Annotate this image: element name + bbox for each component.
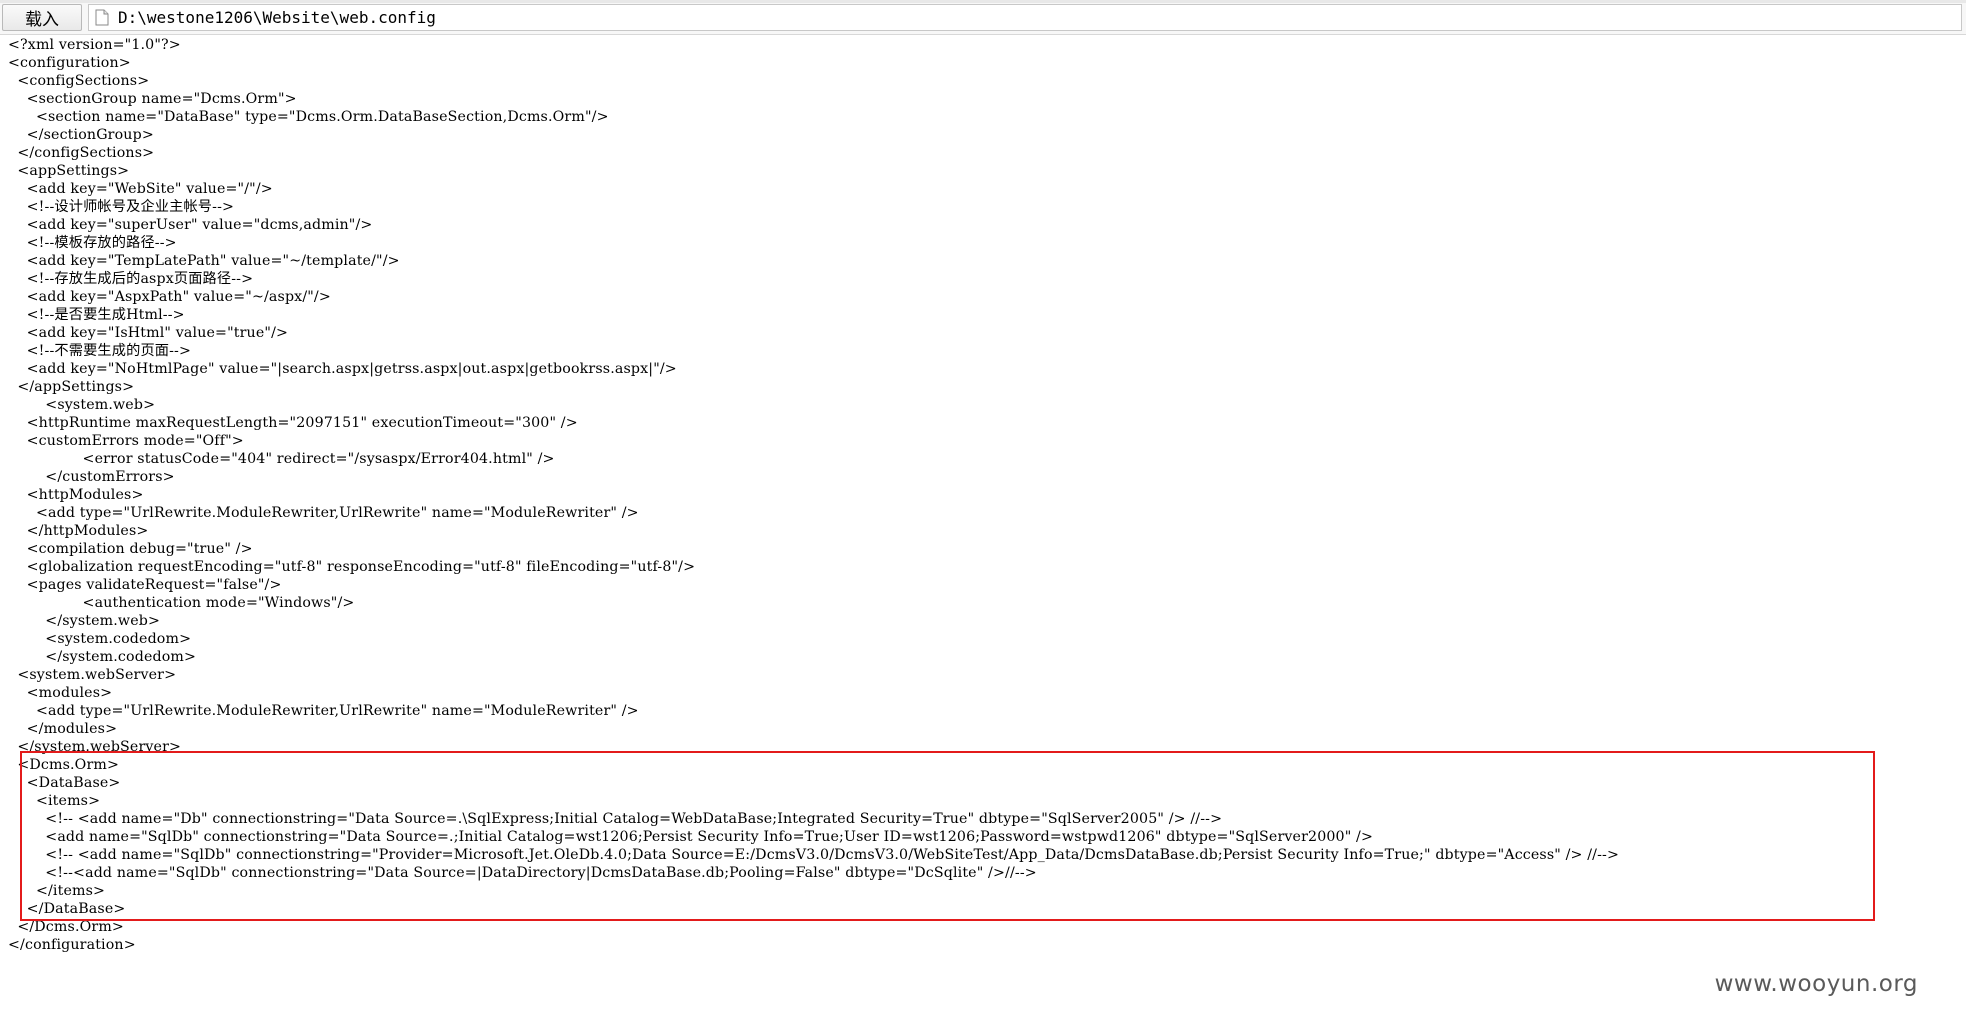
code-line: <add name="SqlDb" connectionstring="Data… <box>8 829 1374 845</box>
code-line: <appSettings> <box>8 163 130 179</box>
code-line: <!--<add name="SqlDb" connectionstring="… <box>8 865 1037 881</box>
code-line: <sectionGroup name="Dcms.Orm"> <box>8 91 297 107</box>
code-line: <!--存放生成后的aspx页面路径--> <box>8 271 254 287</box>
code-line: </system.webServer> <box>8 739 182 755</box>
toolbar-top-edge <box>0 0 1966 3</box>
code-line: <add key="AspxPath" value="~/aspx/"/> <box>8 289 331 305</box>
code-line: <!--不需要生成的页面--> <box>8 343 192 359</box>
code-line: <?xml version="1.0"?> <box>8 37 181 53</box>
code-line: <!-- <add name="Db" connectionstring="Da… <box>8 811 1223 827</box>
code-line: </Dcms.Orm> <box>8 919 124 935</box>
code-line: <items> <box>8 793 101 809</box>
code-line: <error statusCode="404" redirect="/sysas… <box>8 451 555 467</box>
code-line: <!--模板存放的路径--> <box>8 235 177 251</box>
code-line: <system.codedom> <box>8 631 192 647</box>
code-line: <!--设计师帐号及企业主帐号--> <box>8 199 235 215</box>
code-line: <add key="WebSite" value="/"/> <box>8 181 273 197</box>
code-line: <httpModules> <box>8 487 144 503</box>
code-line: <add key="superUser" value="dcms,admin"/… <box>8 217 373 233</box>
code-line: <customErrors mode="Off"> <box>8 433 244 449</box>
code-line: <modules> <box>8 685 113 701</box>
code-line: </configSections> <box>8 145 155 161</box>
code-line: <!-- <add name="SqlDb" connectionstring=… <box>8 847 1620 863</box>
code-line: <!--是否要生成Html--> <box>8 307 185 323</box>
toolbar: 载入 D:\westone1206\Website\web.config <box>0 0 1966 35</box>
code-line: </modules> <box>8 721 118 737</box>
xml-document-view: <?xml version="1.0"?> <configuration> <co… <box>8 36 1948 954</box>
code-line: </configuration> <box>8 937 136 953</box>
code-line: </sectionGroup> <box>8 127 154 143</box>
code-line: <httpRuntime maxRequestLength="2097151" … <box>8 415 578 431</box>
code-line: <DataBase> <box>8 775 121 791</box>
code-line: </httpModules> <box>8 523 149 539</box>
code-line: <pages validateRequest="false"/> <box>8 577 282 593</box>
code-line: <Dcms.Orm> <box>8 757 120 773</box>
code-line: </appSettings> <box>8 379 135 395</box>
code-line: <compilation debug="true" /> <box>8 541 253 557</box>
code-line: <section name="DataBase" type="Dcms.Orm.… <box>8 109 609 125</box>
code-line: <authentication mode="Windows"/> <box>8 595 355 611</box>
code-line: <globalization requestEncoding="utf-8" r… <box>8 559 696 575</box>
code-line: <add key="IsHtml" value="true"/> <box>8 325 289 341</box>
code-line: </DataBase> <box>8 901 126 917</box>
code-line: </items> <box>8 883 106 899</box>
load-button[interactable]: 载入 <box>2 4 82 31</box>
code-line: </system.web> <box>8 613 161 629</box>
code-line: </system.codedom> <box>8 649 197 665</box>
document-icon <box>95 9 109 26</box>
code-line: <configuration> <box>8 55 131 71</box>
file-path-field[interactable]: D:\westone1206\Website\web.config <box>88 4 1962 31</box>
watermark: www.wooyun.org <box>1714 971 1918 997</box>
code-line: <system.webServer> <box>8 667 177 683</box>
code-line: <add type="UrlRewrite.ModuleRewriter,Url… <box>8 505 639 521</box>
code-line: <system.web> <box>8 397 156 413</box>
code-line: <add type="UrlRewrite.ModuleRewriter,Url… <box>8 703 639 719</box>
code-line: </customErrors> <box>8 469 175 485</box>
code-line: <add key="NoHtmlPage" value="|search.asp… <box>8 361 677 377</box>
code-line: <configSections> <box>8 73 150 89</box>
file-path-text: D:\westone1206\Website\web.config <box>118 8 436 27</box>
code-line: <add key="TempLatePath" value="~/templat… <box>8 253 400 269</box>
